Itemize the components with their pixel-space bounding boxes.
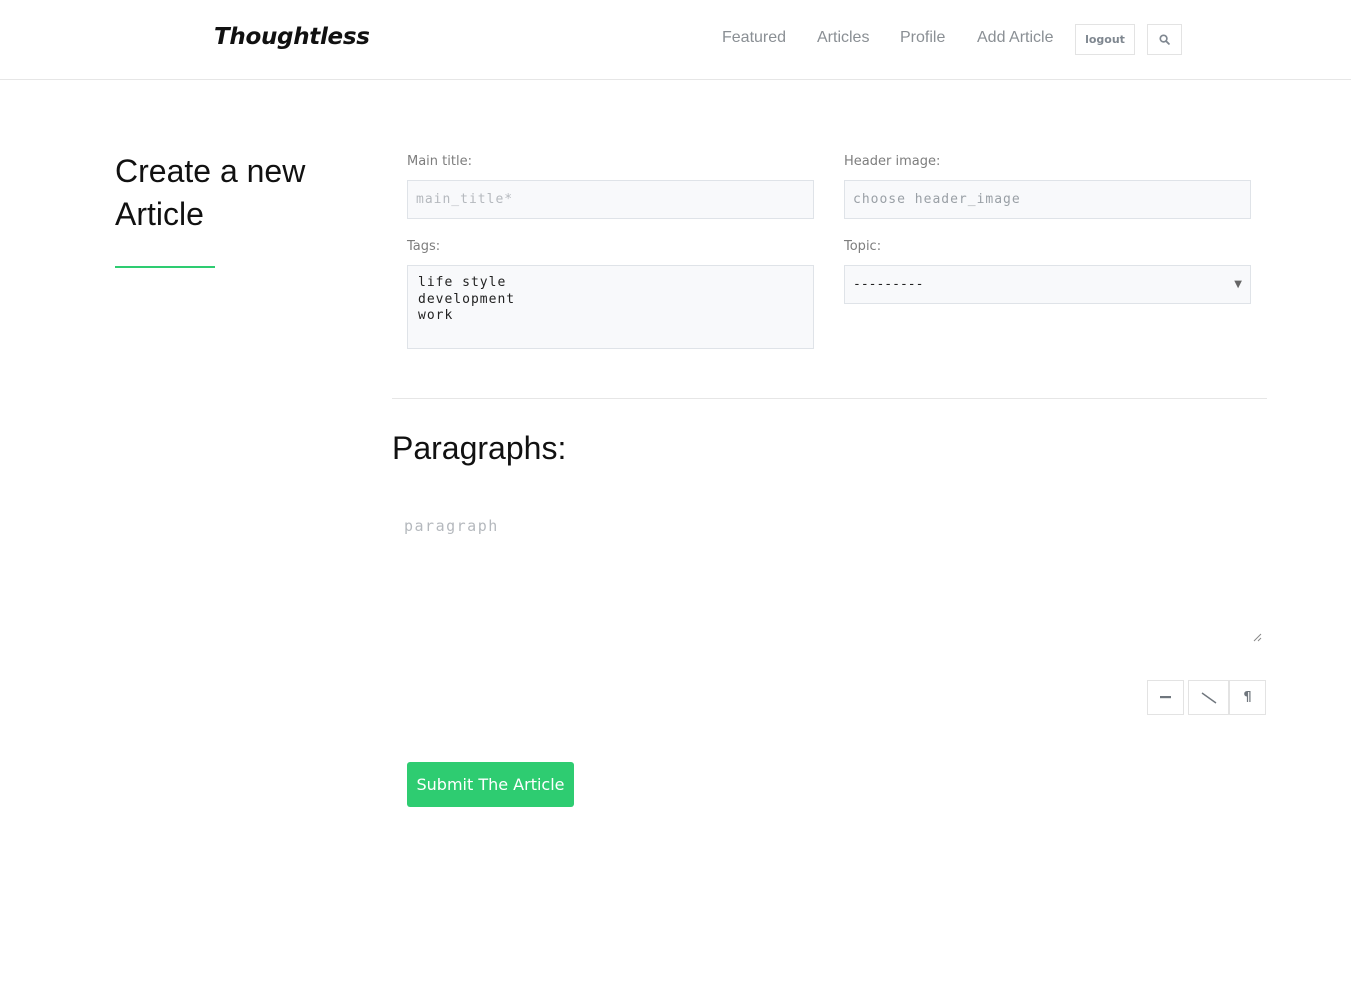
brand-logo[interactable]: Thoughtless [214,24,370,50]
heading-accent-rule [115,266,215,268]
tags-multiselect[interactable]: life style development work [407,265,814,349]
nav-link-profile[interactable]: Profile [900,29,945,47]
nav-link-articles[interactable]: Articles [817,29,869,47]
submit-article-button[interactable]: Submit The Article [407,762,574,807]
header-image-placeholder: choose header_image [853,192,1021,207]
nav-link-featured[interactable]: Featured [722,29,786,47]
header-image-label: Header image: [844,154,941,169]
chevron-down-icon: ▼ [1234,279,1242,290]
tag-option-work[interactable]: work [418,308,803,325]
add-paragraph-button[interactable]: ¶ [1229,680,1266,715]
resize-handle-icon[interactable] [1253,633,1262,642]
main-title-label: Main title: [407,154,472,169]
paragraphs-heading: Paragraphs: [392,430,567,466]
tags-label: Tags: [407,239,441,254]
minus-icon [1160,696,1171,699]
search-button[interactable] [1147,24,1182,55]
topic-select[interactable]: --------- ▼ [844,265,1251,304]
paragraph-placeholder: paragraph [404,517,499,535]
main-title-input[interactable]: main_title* [407,180,814,219]
remove-paragraph-button[interactable] [1147,680,1184,715]
pilcrow-icon: ¶ [1243,690,1252,705]
header-image-input[interactable]: choose header_image [844,180,1251,219]
nav-link-add-article[interactable]: Add Article [977,29,1053,47]
section-divider [392,398,1267,399]
search-icon [1159,34,1170,45]
topic-label: Topic: [844,239,882,254]
top-navbar: Thoughtless Featured Articles Profile Ad… [0,0,1351,80]
paragraph-textarea[interactable]: paragraph [392,505,1263,643]
tag-option-life-style[interactable]: life style [418,275,803,292]
topic-selected-value: --------- [853,277,924,292]
page-title: Create a new Article [115,153,306,232]
logout-button[interactable]: logout [1075,24,1135,55]
main-title-placeholder: main_title* [416,192,514,207]
slash-icon [1201,691,1216,704]
divider-button[interactable] [1188,680,1229,715]
tag-option-development[interactable]: development [418,292,803,309]
